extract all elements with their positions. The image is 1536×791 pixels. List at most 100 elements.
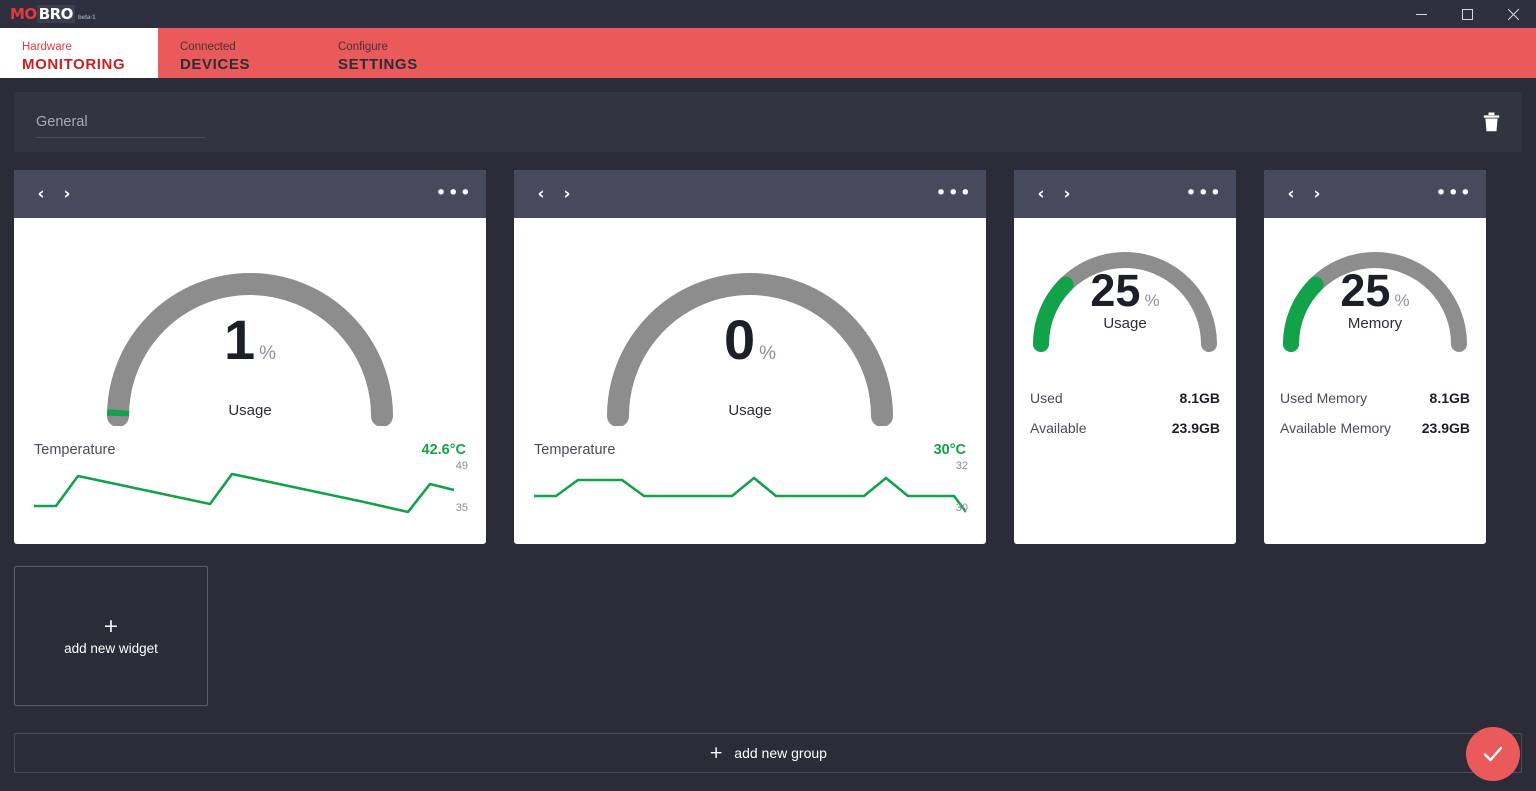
plus-icon: +: [709, 743, 724, 763]
gauge-value: 25: [1340, 265, 1391, 316]
close-button[interactable]: [1490, 0, 1536, 28]
sparkline-header: Temperature 30°C: [514, 442, 986, 458]
list-item: Available 23.9GB: [1030, 420, 1220, 436]
gauge-value-row: 25 %: [1340, 268, 1409, 313]
list-item: Available Memory 23.9GB: [1280, 420, 1470, 436]
gauge-chart: 25 % Memory: [1264, 234, 1486, 352]
widget-header: ‹ › •••: [514, 170, 986, 218]
check-icon: [1483, 746, 1503, 762]
sparkline-chart: 49 35: [14, 460, 486, 531]
sparkline-max-label: 49: [455, 460, 468, 472]
chevron-right-icon[interactable]: ›: [554, 185, 580, 203]
widget-body: 0 % Usage Temperature 30°C 32 30: [514, 218, 986, 544]
widget-header: ‹ › •••: [1264, 170, 1486, 218]
widget-body: 25 % Usage Used 8.1GB Available 23.9GB: [1014, 218, 1236, 544]
tab-connected-devices-title: DEVICES: [180, 55, 251, 73]
tab-configure-settings[interactable]: Configure SETTINGS: [316, 28, 474, 78]
add-new-group-button[interactable]: + add new group: [14, 733, 1522, 773]
app-logo: MO BRO beta-1: [0, 5, 96, 23]
chevron-right-icon[interactable]: ›: [1054, 185, 1080, 203]
gauge-unit: %: [259, 343, 277, 364]
stat-value: 8.1GB: [1429, 390, 1470, 406]
gauge-unit: %: [1394, 291, 1410, 310]
tab-connected-devices-subtitle: Connected: [180, 40, 236, 53]
widget-memory: ‹ › ••• 25 % Memory Used Memory 8.1GB Av…: [1264, 170, 1486, 544]
stat-key: Available: [1030, 420, 1087, 436]
stat-list: Used Memory 8.1GB Available Memory 23.9G…: [1264, 374, 1486, 436]
gauge-readout: 25 % Usage: [1014, 268, 1236, 332]
confirm-fab-button[interactable]: [1466, 727, 1520, 781]
minimize-icon: [1415, 13, 1427, 15]
maximize-button[interactable]: [1444, 0, 1490, 28]
widget-body: 25 % Memory Used Memory 8.1GB Available …: [1264, 218, 1486, 544]
sparkline-max-label: 32: [955, 460, 968, 472]
chevron-right-icon[interactable]: ›: [1304, 185, 1330, 203]
dashboard-content: ‹ › ••• 1 % Usage: [0, 78, 1536, 791]
add-new-group-label: add new group: [734, 745, 827, 761]
group-name-input[interactable]: [36, 112, 206, 138]
logo-version-label: beta-1: [77, 15, 96, 21]
chevron-left-icon[interactable]: ‹: [1278, 185, 1304, 203]
chevron-left-icon[interactable]: ‹: [28, 185, 54, 203]
group-header: [14, 92, 1522, 152]
chevron-right-icon[interactable]: ›: [54, 185, 80, 203]
widget-menu-icon[interactable]: •••: [935, 183, 972, 203]
tab-configure-settings-title: SETTINGS: [338, 55, 418, 73]
close-icon: [1507, 8, 1519, 20]
gauge-value-row: 0 %: [724, 312, 776, 368]
widget-menu-icon[interactable]: •••: [1435, 183, 1472, 203]
gauge-label: Usage: [728, 402, 772, 419]
sparkline-label: Temperature: [34, 442, 116, 458]
logo-text-mo: MO: [10, 5, 37, 23]
widget-menu-icon[interactable]: •••: [435, 183, 472, 203]
widget-ram-usage: ‹ › ••• 25 % Usage Used 8.1GB Available …: [1014, 170, 1236, 544]
window-controls: [1398, 0, 1536, 28]
sparkline-svg: [534, 476, 968, 513]
add-new-widget-button[interactable]: + add new widget: [14, 566, 208, 706]
maximize-icon: [1461, 8, 1473, 20]
sparkline-svg: [34, 472, 455, 514]
tab-hardware-monitoring-subtitle: Hardware: [22, 40, 72, 53]
gauge-label: Usage: [1103, 315, 1147, 332]
gauge-chart: 0 % Usage: [514, 236, 986, 426]
tab-hardware-monitoring[interactable]: Hardware MONITORING: [0, 28, 158, 78]
gauge-unit: %: [759, 343, 777, 364]
trash-icon: [1483, 112, 1500, 132]
stat-list: Used 8.1GB Available 23.9GB: [1014, 374, 1236, 436]
chevron-left-icon[interactable]: ‹: [528, 185, 554, 203]
sparkline-header: Temperature 42.6°C: [14, 442, 486, 458]
tab-configure-settings-subtitle: Configure: [338, 40, 388, 53]
sparkline-chart: 32 30: [514, 460, 986, 531]
gauge-value-row: 25 %: [1090, 268, 1159, 313]
minimize-button[interactable]: [1398, 0, 1444, 28]
logo-text-bro: BRO: [36, 5, 75, 23]
sparkline-value: 30°C: [933, 442, 966, 458]
stat-key: Used Memory: [1280, 390, 1368, 406]
tab-hardware-monitoring-title: MONITORING: [22, 55, 126, 73]
add-new-widget-label: add new widget: [64, 641, 158, 656]
plus-icon: +: [103, 615, 119, 637]
gauge-value-row: 1 %: [224, 312, 276, 368]
gauge-value: 25: [1090, 265, 1141, 316]
gauge-label: Usage: [228, 402, 272, 419]
widget-cpu-usage: ‹ › ••• 1 % Usage Temperature 42.6°C 49 …: [14, 170, 486, 544]
sparkline-min-label: 30: [955, 502, 968, 514]
delete-group-button[interactable]: [1483, 112, 1500, 132]
stat-value: 23.9GB: [1421, 420, 1470, 436]
gauge-value: 1: [223, 308, 256, 371]
gauge-chart: 1 % Usage: [14, 236, 486, 426]
sparkline-value: 42.6°C: [421, 442, 467, 458]
widget-header: ‹ › •••: [14, 170, 486, 218]
gauge-chart: 25 % Usage: [1014, 234, 1236, 352]
widget-row: ‹ › ••• 1 % Usage Temperature 42.6°C 49 …: [14, 170, 1522, 544]
sparkline-label: Temperature: [534, 442, 616, 458]
list-item: Used 8.1GB: [1030, 390, 1220, 406]
stat-value: 8.1GB: [1179, 390, 1220, 406]
chevron-left-icon[interactable]: ‹: [1028, 185, 1054, 203]
tab-connected-devices[interactable]: Connected DEVICES: [158, 28, 316, 78]
gauge-unit: %: [1144, 291, 1160, 310]
main-tab-bar: Hardware MONITORING Connected DEVICES Co…: [0, 28, 1536, 78]
widget-header: ‹ › •••: [1014, 170, 1236, 218]
gauge-readout: 1 % Usage: [14, 312, 486, 420]
widget-menu-icon[interactable]: •••: [1185, 183, 1222, 203]
